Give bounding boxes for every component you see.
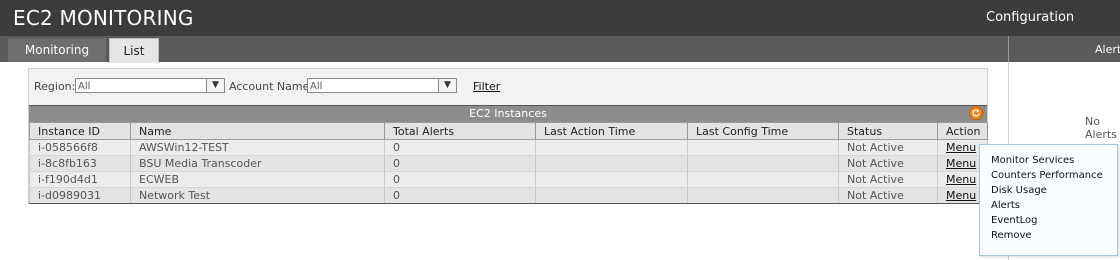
cell-status: Not Active xyxy=(838,187,938,204)
cell-total-alerts: 0 xyxy=(384,139,536,156)
app-title: EC2 MONITORING xyxy=(13,6,194,30)
table-row[interactable]: i-058566f8 AWSWin12-TEST 0 Not Active Me… xyxy=(29,139,988,156)
region-select[interactable]: All ▼ xyxy=(75,78,225,93)
cell-name: ECWEB xyxy=(130,171,385,188)
no-alerts-text: No Alerts xyxy=(1085,115,1117,141)
refresh-icon[interactable] xyxy=(969,106,983,120)
cell-instance-id: i-f190d4d1 xyxy=(29,171,131,188)
column-header-last-action-time[interactable]: Last Action Time xyxy=(535,122,688,140)
cell-name: Network Test xyxy=(130,187,385,204)
cell-status: Not Active xyxy=(838,155,938,172)
column-header-name[interactable]: Name xyxy=(130,122,385,140)
table-row[interactable]: i-8c8fb163 BSU Media Transcoder 0 Not Ac… xyxy=(29,155,988,172)
table-row[interactable]: i-d0989031 Network Test 0 Not Active Men… xyxy=(29,187,988,204)
cell-instance-id: i-058566f8 xyxy=(29,139,131,156)
menu-item-monitor-services[interactable]: Monitor Services xyxy=(991,155,1074,166)
cell-last-action-time xyxy=(535,155,688,172)
alerts-panel-title: Alerts xyxy=(1095,43,1120,56)
context-menu: Monitor Services Counters Performance Di… xyxy=(979,144,1118,256)
chevron-down-icon[interactable]: ▼ xyxy=(438,79,456,92)
cell-name: BSU Media Transcoder xyxy=(130,155,385,172)
column-header-status[interactable]: Status xyxy=(838,122,938,140)
cell-last-action-time xyxy=(535,139,688,156)
column-header-total-alerts[interactable]: Total Alerts xyxy=(384,122,536,140)
chevron-down-icon[interactable]: ▼ xyxy=(206,79,224,92)
menu-item-remove[interactable]: Remove xyxy=(991,230,1032,241)
instances-table: Instance ID Name Total Alerts Last Actio… xyxy=(29,122,988,204)
cell-name: AWSWin12-TEST xyxy=(130,139,385,156)
tab-monitoring[interactable]: Monitoring xyxy=(8,38,106,62)
cell-last-action-time xyxy=(535,171,688,188)
filter-button[interactable]: Filter xyxy=(473,80,500,93)
table-header-row: Instance ID Name Total Alerts Last Actio… xyxy=(29,122,988,140)
grid-title: EC2 Instances xyxy=(29,105,987,122)
column-header-instance-id[interactable]: Instance ID xyxy=(29,122,131,140)
table-row[interactable]: i-f190d4d1 ECWEB 0 Not Active Menu xyxy=(29,171,988,188)
region-label: Region: xyxy=(34,80,76,93)
account-name-select[interactable]: All ▼ xyxy=(307,78,457,93)
cell-last-config-time xyxy=(687,155,839,172)
region-select-value: All xyxy=(78,81,91,92)
menu-item-alerts[interactable]: Alerts xyxy=(991,200,1020,211)
cell-last-config-time xyxy=(687,171,839,188)
cell-status: Not Active xyxy=(838,139,938,156)
cell-total-alerts: 0 xyxy=(384,187,536,204)
cell-last-action-time xyxy=(535,187,688,204)
cell-last-config-time xyxy=(687,139,839,156)
cell-status: Not Active xyxy=(838,171,938,188)
menu-item-disk-usage[interactable]: Disk Usage xyxy=(991,185,1047,196)
configuration-link[interactable]: Configuration xyxy=(986,10,1074,25)
cell-total-alerts: 0 xyxy=(384,171,536,188)
column-header-last-config-time[interactable]: Last Config Time xyxy=(687,122,839,140)
menu-item-counters-performance[interactable]: Counters Performance xyxy=(991,170,1103,181)
cell-instance-id: i-d0989031 xyxy=(29,187,131,204)
column-header-action[interactable]: Action xyxy=(937,122,988,140)
cell-last-config-time xyxy=(687,187,839,204)
cell-total-alerts: 0 xyxy=(384,155,536,172)
account-name-label: Account Name: xyxy=(229,80,314,93)
cell-instance-id: i-8c8fb163 xyxy=(29,155,131,172)
tab-list[interactable]: List xyxy=(109,38,159,63)
account-select-value: All xyxy=(310,81,323,92)
menu-item-eventlog[interactable]: EventLog xyxy=(991,215,1038,226)
